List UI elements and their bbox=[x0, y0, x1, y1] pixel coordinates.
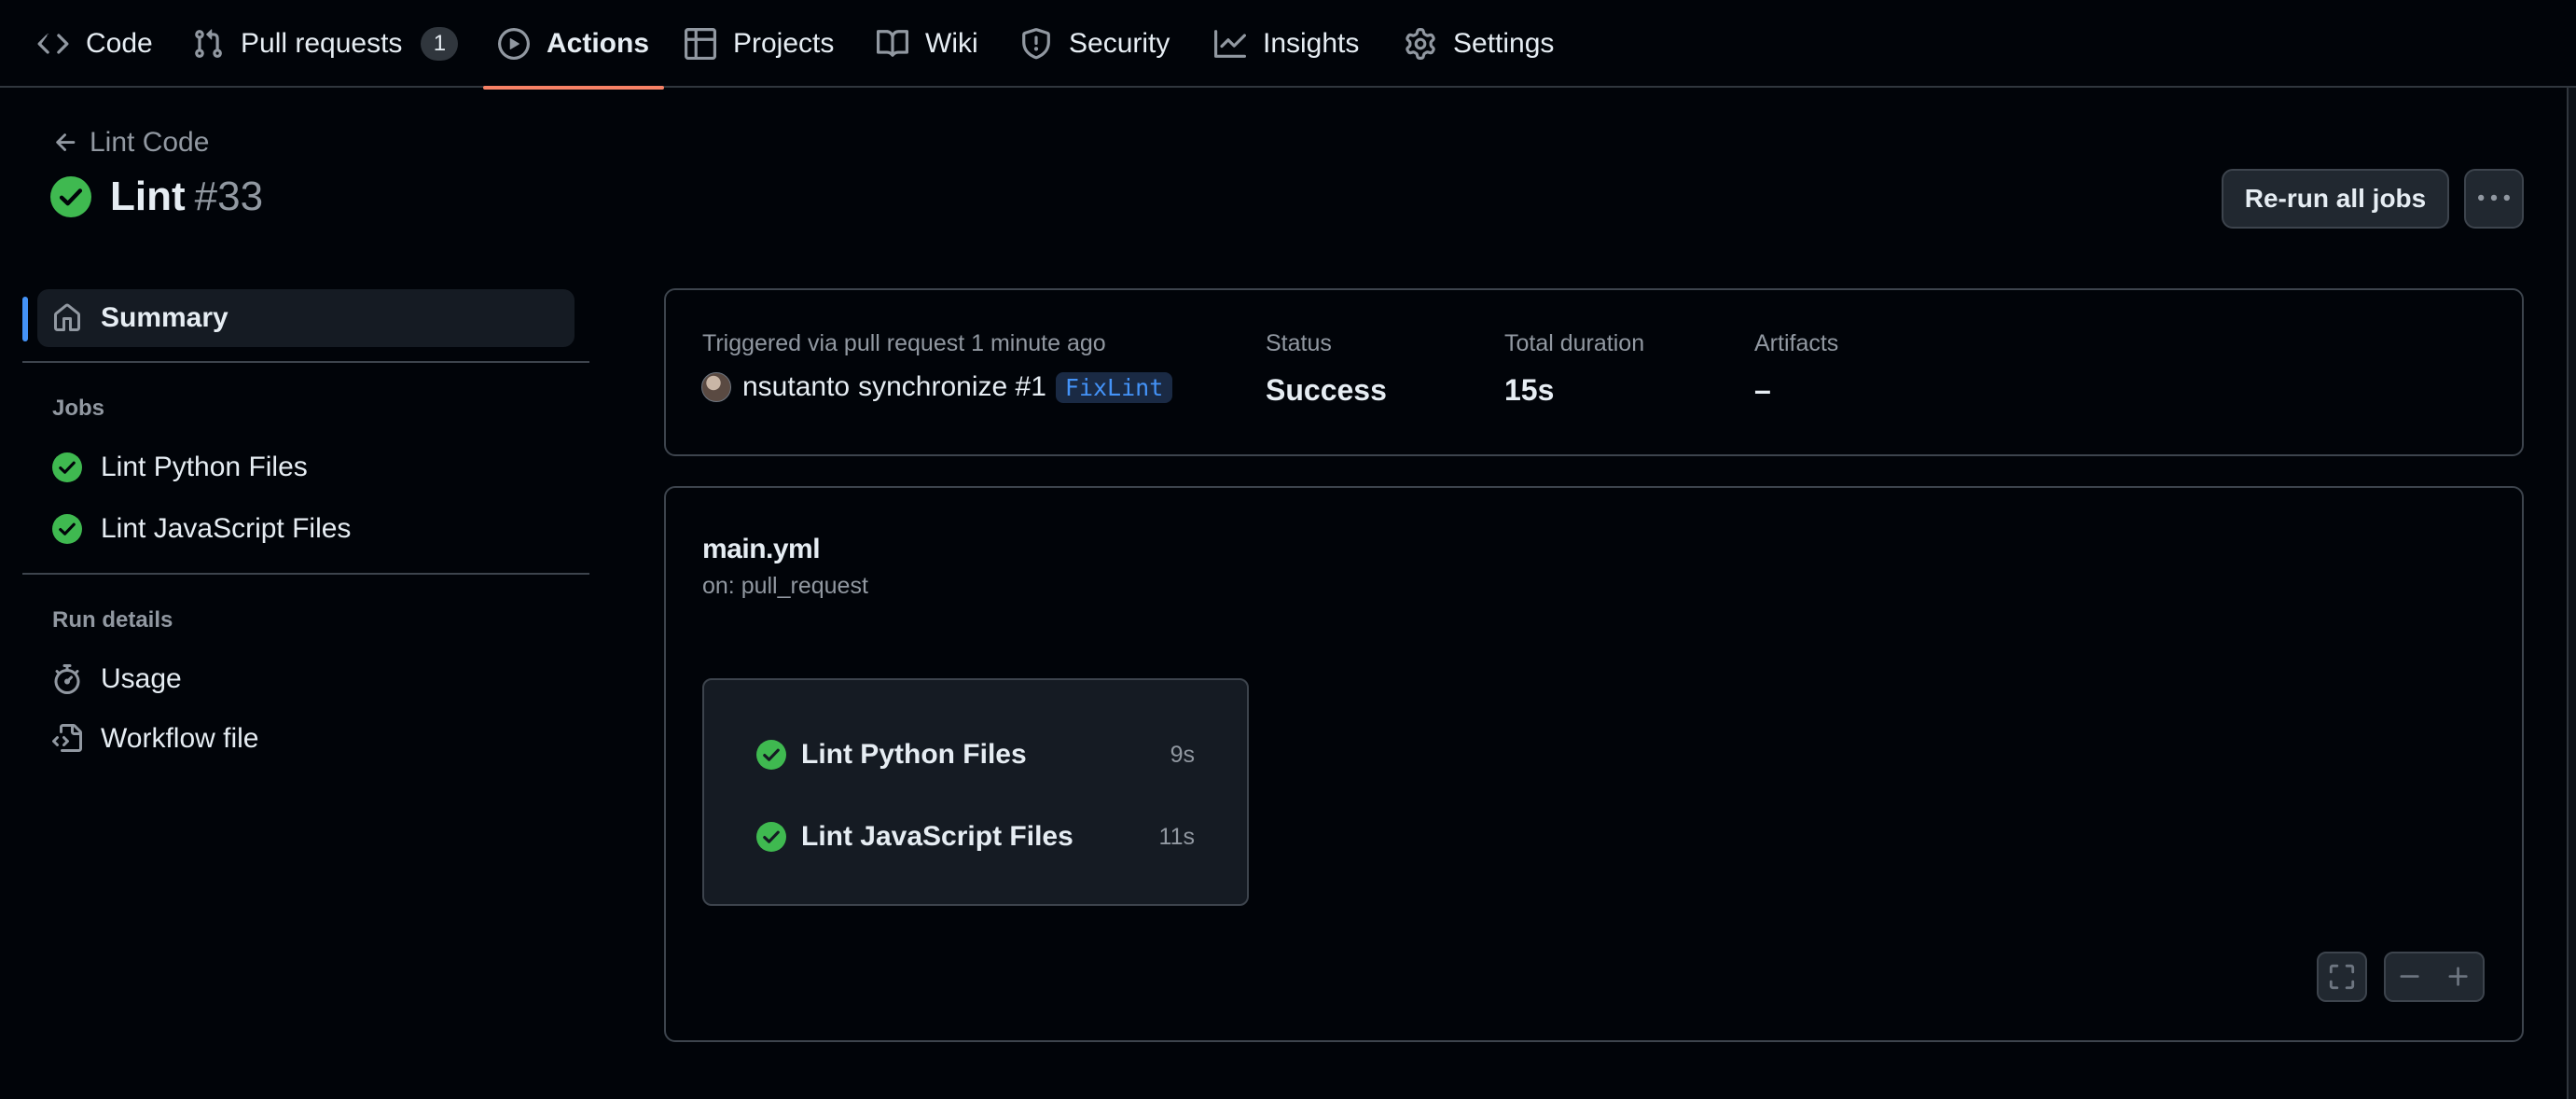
tab-insights[interactable]: Insights bbox=[1214, 0, 1359, 88]
graph-job-duration: 9s bbox=[1170, 741, 1195, 768]
check-circle-icon bbox=[756, 740, 786, 770]
home-icon bbox=[54, 303, 80, 331]
screen-full-icon bbox=[2329, 964, 2355, 990]
sidebar-item-summary[interactable]: Summary bbox=[37, 289, 575, 347]
trigger-actor-line: nsutanto synchronize #1 FixLint bbox=[701, 371, 1173, 403]
dash-icon bbox=[2400, 975, 2419, 978]
tab-settings-label: Settings bbox=[1453, 28, 1555, 59]
run-details-heading: Run details bbox=[52, 607, 173, 633]
sidebar-item-usage[interactable]: Usage bbox=[37, 650, 575, 708]
trigger-text: Triggered via pull request 1 minute ago bbox=[702, 330, 1106, 356]
active-item-indicator bbox=[22, 297, 28, 341]
graph-job-duration: 11s bbox=[1158, 823, 1195, 850]
check-circle-icon bbox=[50, 176, 91, 217]
back-to-workflow-link[interactable]: Lint Code bbox=[52, 127, 209, 159]
fullscreen-button[interactable] bbox=[2317, 952, 2367, 1002]
graph-job-lint-python[interactable]: Lint Python Files 9s bbox=[756, 729, 1195, 781]
status-value: Success bbox=[1266, 373, 1387, 407]
tab-wiki-label: Wiki bbox=[925, 28, 978, 59]
check-circle-icon bbox=[52, 514, 82, 544]
tab-security[interactable]: Security bbox=[1020, 0, 1170, 88]
code-icon bbox=[37, 34, 69, 54]
sidebar-item-workflow-file-label: Workflow file bbox=[101, 723, 259, 754]
artifacts-label: Artifacts bbox=[1754, 330, 1839, 356]
tab-code-label: Code bbox=[86, 28, 153, 59]
sidebar-job-lint-python[interactable]: Lint Python Files bbox=[37, 438, 575, 496]
graph-job-label: Lint JavaScript Files bbox=[801, 821, 1073, 852]
book-icon bbox=[877, 30, 908, 57]
git-pull-request-icon bbox=[195, 29, 222, 58]
zoom-controls bbox=[2384, 952, 2485, 1002]
zoom-out-button[interactable] bbox=[2386, 953, 2434, 1001]
check-circle-icon bbox=[756, 822, 786, 852]
play-icon bbox=[498, 28, 530, 60]
sidebar-item-usage-label: Usage bbox=[101, 663, 182, 694]
tab-pull-requests-label: Pull requests bbox=[241, 28, 403, 59]
sidebar-divider bbox=[22, 573, 589, 575]
sidebar-job-label: Lint Python Files bbox=[101, 452, 308, 482]
tab-actions-label: Actions bbox=[547, 28, 650, 59]
duration-value: 15s bbox=[1504, 373, 1555, 407]
gear-icon bbox=[1406, 28, 1435, 60]
plus-icon bbox=[2448, 967, 2468, 986]
graph-icon bbox=[1214, 30, 1246, 58]
run-name: Lint bbox=[110, 174, 186, 219]
kebab-horizontal-icon bbox=[2478, 194, 2510, 202]
sidebar-item-workflow-file[interactable]: Workflow file bbox=[37, 710, 575, 768]
tab-insights-label: Insights bbox=[1263, 28, 1360, 59]
rerun-all-jobs-button[interactable]: Re-run all jobs bbox=[2222, 169, 2449, 229]
branch-label[interactable]: FixLint bbox=[1055, 371, 1173, 403]
artifacts-value: – bbox=[1754, 373, 1771, 407]
tab-wiki[interactable]: Wiki bbox=[877, 0, 978, 88]
tab-actions[interactable]: Actions bbox=[482, 0, 665, 90]
sidebar-job-lint-javascript[interactable]: Lint JavaScript Files bbox=[37, 500, 575, 558]
back-link-label: Lint Code bbox=[90, 127, 210, 158]
duration-label: Total duration bbox=[1504, 330, 1645, 356]
jobs-heading: Jobs bbox=[52, 396, 105, 421]
more-options-button[interactable] bbox=[2464, 169, 2524, 229]
sidebar-item-summary-label: Summary bbox=[101, 302, 229, 333]
graph-job-lint-javascript[interactable]: Lint JavaScript Files 11s bbox=[756, 811, 1195, 863]
tab-pull-requests[interactable]: Pull requests 1 bbox=[192, 0, 459, 88]
status-label: Status bbox=[1266, 330, 1332, 356]
tab-projects-label: Projects bbox=[733, 28, 835, 59]
event-text[interactable]: synchronize #1 bbox=[858, 371, 1046, 403]
arrow-left-icon bbox=[56, 133, 76, 151]
tab-settings[interactable]: Settings bbox=[1405, 0, 1554, 88]
table-icon bbox=[685, 28, 716, 60]
zoom-in-button[interactable] bbox=[2434, 953, 2483, 1001]
workflow-file-name: main.yml bbox=[702, 534, 821, 564]
window-edge-scrollbar[interactable] bbox=[2567, 88, 2576, 1099]
job-group-card: Lint Python Files 9s Lint JavaScript Fil… bbox=[702, 678, 1249, 906]
graph-job-label: Lint Python Files bbox=[801, 739, 1027, 770]
shield-icon bbox=[1022, 28, 1050, 60]
pull-requests-count-badge: 1 bbox=[421, 27, 459, 61]
avatar[interactable] bbox=[701, 372, 731, 402]
workflow-trigger: on: pull_request bbox=[702, 573, 868, 599]
sidebar-job-label: Lint JavaScript Files bbox=[101, 513, 352, 544]
check-circle-icon bbox=[52, 452, 82, 482]
actor-name[interactable]: nsutanto bbox=[742, 371, 850, 403]
file-code-icon bbox=[52, 724, 82, 752]
repo-nav: Code Pull requests 1 Actions Projects Wi… bbox=[0, 0, 2576, 90]
tab-security-label: Security bbox=[1069, 28, 1170, 59]
page-title: Lint #33 bbox=[50, 174, 263, 220]
sidebar-divider bbox=[22, 361, 589, 363]
stopwatch-icon bbox=[54, 664, 80, 694]
tab-projects[interactable]: Projects bbox=[685, 0, 834, 88]
run-number: #33 bbox=[194, 174, 264, 219]
tab-code[interactable]: Code bbox=[37, 0, 153, 88]
